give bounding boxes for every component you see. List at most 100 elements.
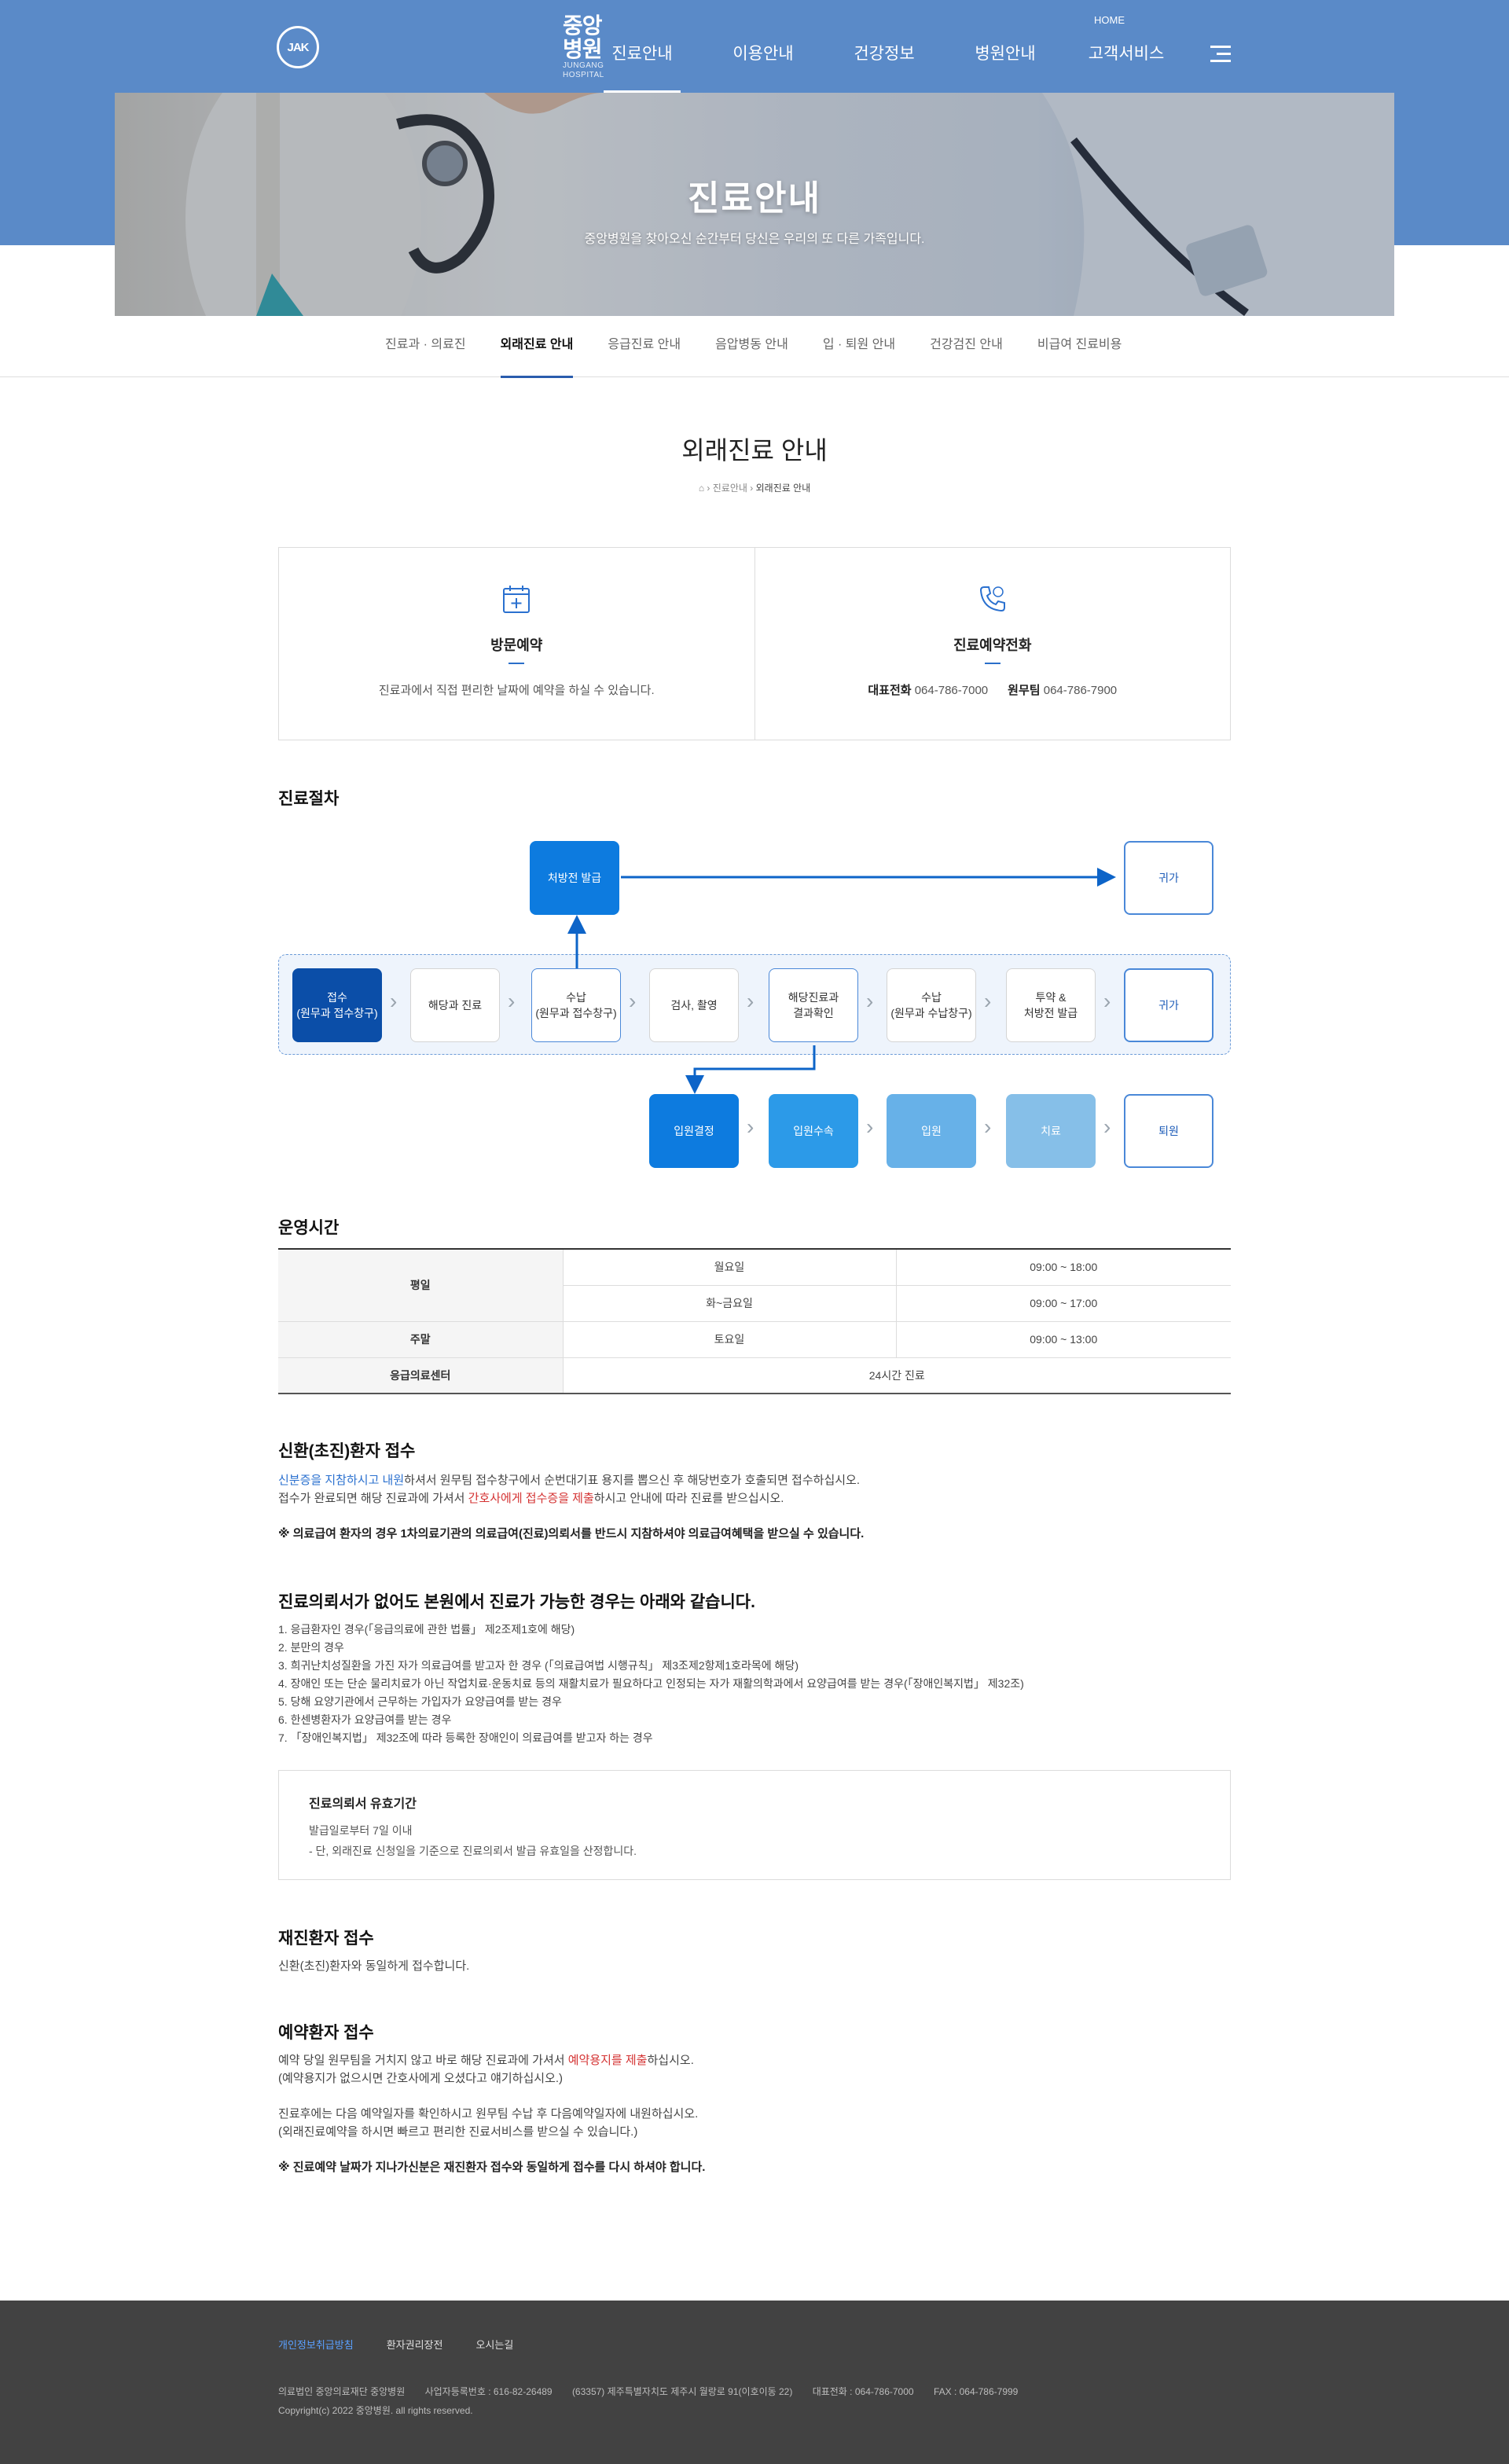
nav-item-usage[interactable]: 이용안내 <box>703 36 824 93</box>
phone-reservation: 진료예약전화 대표전화 064-786-7000 원무팀 064-786-790… <box>754 548 1231 740</box>
flow-dept-exam: 해당과 진료 <box>410 968 500 1042</box>
main-phone[interactable]: 064-786-7000 <box>915 684 988 697</box>
hero-banner: 진료안내 중앙병원을 찾아오신 순간부터 당신은 우리의 또 다른 가족입니다. <box>115 93 1394 316</box>
hours-er: 응급의료센터 <box>278 1357 564 1394</box>
validity-title: 진료의뢰서 유효기간 <box>309 1798 417 1811</box>
tab-non-covered[interactable]: 비급여 진료비용 <box>1020 316 1140 377</box>
phone-title: 진료예약전화 <box>953 637 1032 653</box>
site-footer: 개인정보취급방침 환자권리장전 오시는길 의료법인 중앙의료재단 중앙병원 사업… <box>0 2301 1509 2464</box>
treatment-flow: 처방전 발급 귀가 접수 (원무과 접수창구) › 해당과 진료 › 수납 (원무과… <box>278 833 1231 1179</box>
flow-test: 검사, 촬영 <box>649 968 739 1042</box>
table-row: 응급의료센터 24시간 진료 <box>278 1357 1231 1394</box>
list-item: 3. 희귀난치성질환을 가진 자가 의료급여를 받고자 한 경우 (「의료급여법… <box>278 1659 799 1672</box>
hours-heading: 운영시간 <box>278 1219 340 1237</box>
list-item: 4. 장애인 또는 단순 물리치료가 아닌 작업치료·운동치료 등의 재활치료가… <box>278 1677 1024 1690</box>
flow-admit-decide: 입원결정 <box>649 1094 739 1168</box>
breadcrumb-current: 외래진료 안내 <box>755 483 811 494</box>
breadcrumb: ⌂ › 진료안내 › 외래진료 안내 <box>0 481 1509 494</box>
menu-icon[interactable] <box>1210 46 1231 63</box>
nav-item-health[interactable]: 건강정보 <box>824 36 945 93</box>
list-item: 7. 「장애인복지법」 제32조에 따라 등록한 장애인이 의료급여를 받고자 … <box>278 1731 653 1744</box>
flow-admit: 입원 <box>887 1094 976 1168</box>
flow-drug: 투약 & 처방전 발급 <box>1006 968 1096 1042</box>
tab-admission[interactable]: 입 · 퇴원 안내 <box>806 316 912 377</box>
new-patient-heading: 신환(초진)환자 접수 <box>278 1442 416 1460</box>
return-patient-heading: 재진환자 접수 <box>278 1930 374 1948</box>
flow-pay-1: 수납 (원무과 접수창구) <box>531 968 621 1042</box>
tab-checkup[interactable]: 건강검진 안내 <box>912 316 1020 377</box>
chevron-right-icon: › <box>984 989 992 1013</box>
sub-nav: 진료과 · 의료진 외래진료 안내 응급진료 안내 음압병동 안내 입 · 퇴원… <box>0 316 1509 378</box>
phone-numbers: 대표전화 064-786-7000 원무팀 064-786-7900 <box>868 684 1118 697</box>
footer-info: 의료법인 중앙의료재단 중앙병원 사업자등록번호 : 616-82-26489 … <box>278 2382 1035 2420</box>
home-icon[interactable]: ⌂ <box>699 483 704 494</box>
visit-title: 방문예약 <box>490 637 543 653</box>
nav-item-service[interactable]: 고객서비스 <box>1066 36 1187 93</box>
referral-list: 1. 응급환자인 경우(「응급의료에 관한 법률」 제2조제1호에 해당) 2.… <box>278 1621 1024 1747</box>
flow-admit-proc: 입원수속 <box>769 1094 858 1168</box>
hours-table: 평일 월요일 09:00 ~ 18:00 화~금요일 09:00 ~ 17:00… <box>278 1248 1231 1394</box>
chevron-right-icon: › <box>1103 1114 1111 1139</box>
nav-item-clinic[interactable]: 진료안내 <box>582 36 703 93</box>
reserved-patient-note: ※ 진료예약 날짜가 지나가신분은 재진환자 접수와 동일하게 접수를 다시 하… <box>278 2161 706 2174</box>
site-logo[interactable]: JAK 중앙병원 JUNGANG HOSPITAL <box>277 14 604 79</box>
table-row: 평일 월요일 09:00 ~ 18:00 <box>278 1249 1231 1322</box>
desk-phone[interactable]: 064-786-7900 <box>1044 684 1117 697</box>
reserved-patient-text: 예약 당일 원무팀을 거치지 않고 바로 해당 진료과에 가셔서 예약용지를 제… <box>278 2051 705 2176</box>
chevron-right-icon: › <box>1103 989 1111 1013</box>
chevron-right-icon: › <box>508 989 516 1013</box>
flow-prescription: 처방전 발급 <box>530 841 619 915</box>
new-patient-text: 신분증을 지참하시고 내원하셔서 원무팀 접수창구에서 순번대기표 용지를 뽑으… <box>278 1471 864 1543</box>
tab-negative-pressure[interactable]: 음압병동 안내 <box>698 316 806 377</box>
main-nav: 진료안내 이용안내 건강정보 병원안내 고객서비스 <box>582 36 1187 93</box>
reserved-patient-heading: 예약환자 접수 <box>278 2024 374 2042</box>
home-link[interactable]: HOME <box>1094 14 1125 26</box>
list-item: 2. 분만의 경우 <box>278 1641 344 1654</box>
calendar-plus-icon <box>503 586 531 613</box>
flow-pay-2: 수납 (원무과 수납창구) <box>887 968 976 1042</box>
hero-title: 진료안내 <box>688 179 821 218</box>
copyright: Copyright(c) 2022 중앙병원. all rights reser… <box>278 2405 473 2416</box>
footer-link-rights[interactable]: 환자권리장전 <box>387 2337 443 2352</box>
flow-home: 귀가 <box>1124 968 1213 1042</box>
chevron-right-icon: › <box>390 989 398 1013</box>
flow-heading: 진료절차 <box>278 790 340 808</box>
tab-emergency[interactable]: 응급진료 안내 <box>590 316 698 377</box>
reservation-panel: 방문예약 진료과에서 직접 편리한 날짜에 예약을 하실 수 있습니다. 진료예… <box>278 547 1231 740</box>
tab-departments[interactable]: 진료과 · 의료진 <box>368 316 483 377</box>
hours-weekday: 평일 <box>278 1249 564 1322</box>
hero-subtitle: 중앙병원을 찾아오신 순간부터 당신은 우리의 또 다른 가족입니다. <box>584 233 925 246</box>
logo-mark: JAK <box>277 26 319 68</box>
list-item: 5. 당해 요양기관에서 근무하는 가입자가 요양급여를 받는 경우 <box>278 1695 562 1708</box>
return-patient-text: 신환(초진)환자와 동일하게 접수합니다. <box>278 1959 470 1973</box>
hours-weekend: 주말 <box>278 1321 564 1358</box>
phone-icon <box>979 586 1005 612</box>
chevron-right-icon: › <box>707 483 713 494</box>
list-item: 6. 한센병환자가 요양급여를 받는 경우 <box>278 1713 452 1726</box>
chevron-right-icon: › <box>747 1114 754 1139</box>
chevron-right-icon: › <box>750 483 756 494</box>
visit-reservation: 방문예약 진료과에서 직접 편리한 날짜에 예약을 하실 수 있습니다. <box>279 548 754 740</box>
flow-home-top: 귀가 <box>1124 841 1213 915</box>
tab-outpatient[interactable]: 외래진료 안내 <box>483 316 591 378</box>
breadcrumb-parent[interactable]: 진료안내 <box>713 483 747 494</box>
chevron-right-icon: › <box>629 989 637 1013</box>
flow-treat: 치료 <box>1006 1094 1096 1168</box>
new-patient-note: ※ 의료급여 환자의 경우 1차의료기관의 의료급여(진료)의뢰서를 반드시 지… <box>278 1527 865 1540</box>
table-row: 주말 토요일 09:00 ~ 13:00 <box>278 1321 1231 1358</box>
nav-item-hospital[interactable]: 병원안내 <box>945 36 1066 93</box>
flow-discharge: 퇴원 <box>1124 1094 1213 1168</box>
footer-link-privacy[interactable]: 개인정보취급방침 <box>278 2337 354 2352</box>
list-item: 1. 응급환자인 경우(「응급의료에 관한 법률」 제2조제1호에 해당) <box>278 1623 575 1636</box>
visit-desc: 진료과에서 직접 편리한 날짜에 예약을 하실 수 있습니다. <box>378 684 655 697</box>
chevron-right-icon: › <box>984 1114 992 1139</box>
flow-result: 해당진료과 결과확인 <box>769 968 858 1042</box>
referral-validity-box: 진료의뢰서 유효기간 발급일로부터 7일 이내 - 단, 외래진료 신청일을 기… <box>278 1770 1231 1880</box>
page-title: 외래진료 안내 <box>681 436 828 465</box>
flow-receipt: 접수 (원무과 접수창구) <box>292 968 382 1042</box>
chevron-right-icon: › <box>866 1114 874 1139</box>
chevron-right-icon: › <box>747 989 754 1013</box>
referral-heading: 진료의뢰서가 없어도 본원에서 진료가 가능한 경우는 아래와 같습니다. <box>278 1593 755 1611</box>
chevron-right-icon: › <box>866 989 874 1013</box>
footer-link-directions[interactable]: 오시는길 <box>475 2337 513 2352</box>
